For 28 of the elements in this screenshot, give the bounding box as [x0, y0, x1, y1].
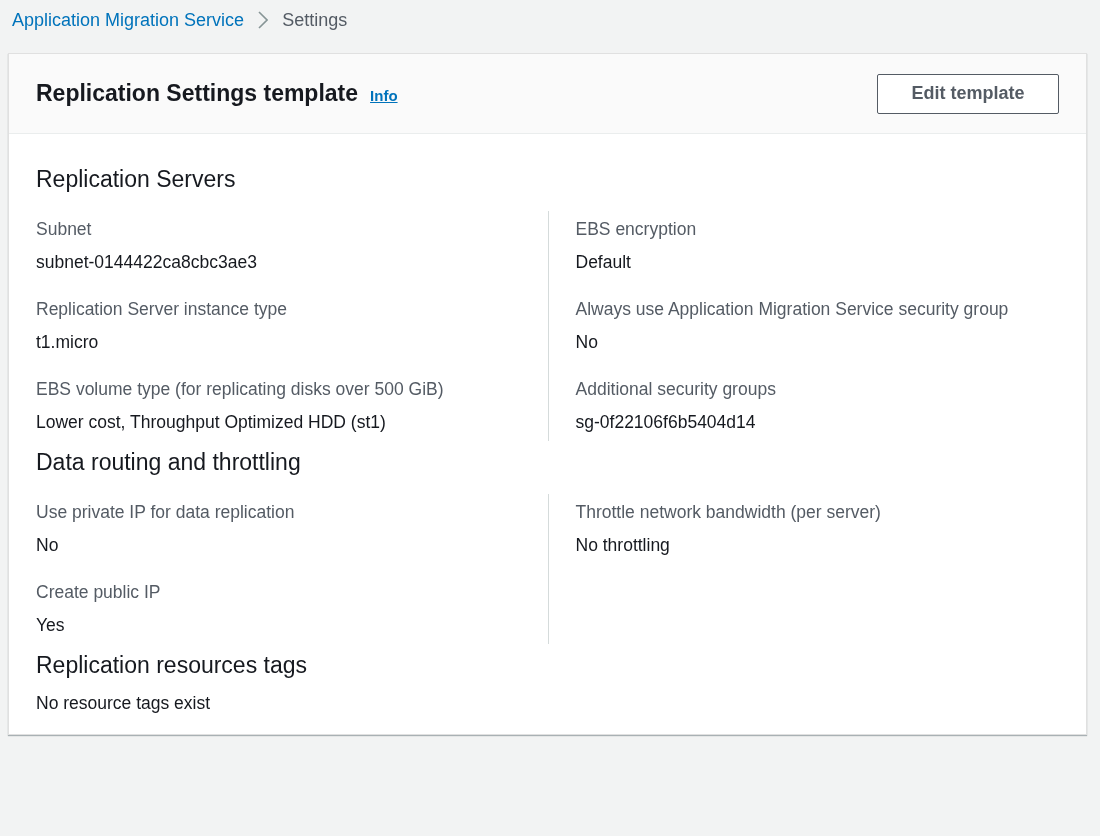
section-title: Replication Servers	[36, 166, 237, 193]
field-value: Default	[575, 252, 632, 273]
field-label: Throttle network bandwidth (per server)	[575, 502, 882, 523]
section-text: No resource tags exist	[36, 693, 212, 714]
field-label: Use private IP for data replication	[36, 502, 296, 523]
breadcrumb-current: Settings	[282, 9, 348, 31]
field-value: subnet-0144422ca8cbc3ae3	[36, 252, 258, 273]
section-title: Replication resources tags	[36, 652, 309, 679]
field-value: Lower cost, Throughput Optimized HDD (st1)	[36, 412, 387, 433]
chevron-right-icon	[258, 11, 269, 29]
edit-template-button[interactable]: Edit template	[877, 73, 1059, 114]
field-label: Create public IP	[36, 582, 162, 603]
field-value: sg-0f22106f6b5404d14	[575, 412, 757, 433]
section-title: Data routing and throttling	[36, 449, 302, 476]
field-label: EBS volume type (for replicating disks over 500 GiB)	[36, 379, 445, 400]
field-label: Additional security groups	[575, 379, 777, 400]
field-label: Subnet	[36, 219, 93, 240]
field-value: No	[575, 332, 599, 353]
field-value: No	[36, 535, 60, 556]
card-title: Replication Settings template	[36, 80, 359, 107]
field-value: No throttling	[575, 535, 671, 556]
breadcrumb-link[interactable]: Application Migration Service	[12, 9, 245, 31]
field-label: Always use Application Migration Service security group	[575, 299, 1010, 320]
info-link[interactable]: Info	[370, 87, 398, 104]
field-value: Yes	[36, 615, 66, 636]
field-value: t1.micro	[36, 332, 100, 353]
field-label: Replication Server instance type	[36, 299, 288, 320]
field-label: EBS encryption	[575, 219, 698, 240]
